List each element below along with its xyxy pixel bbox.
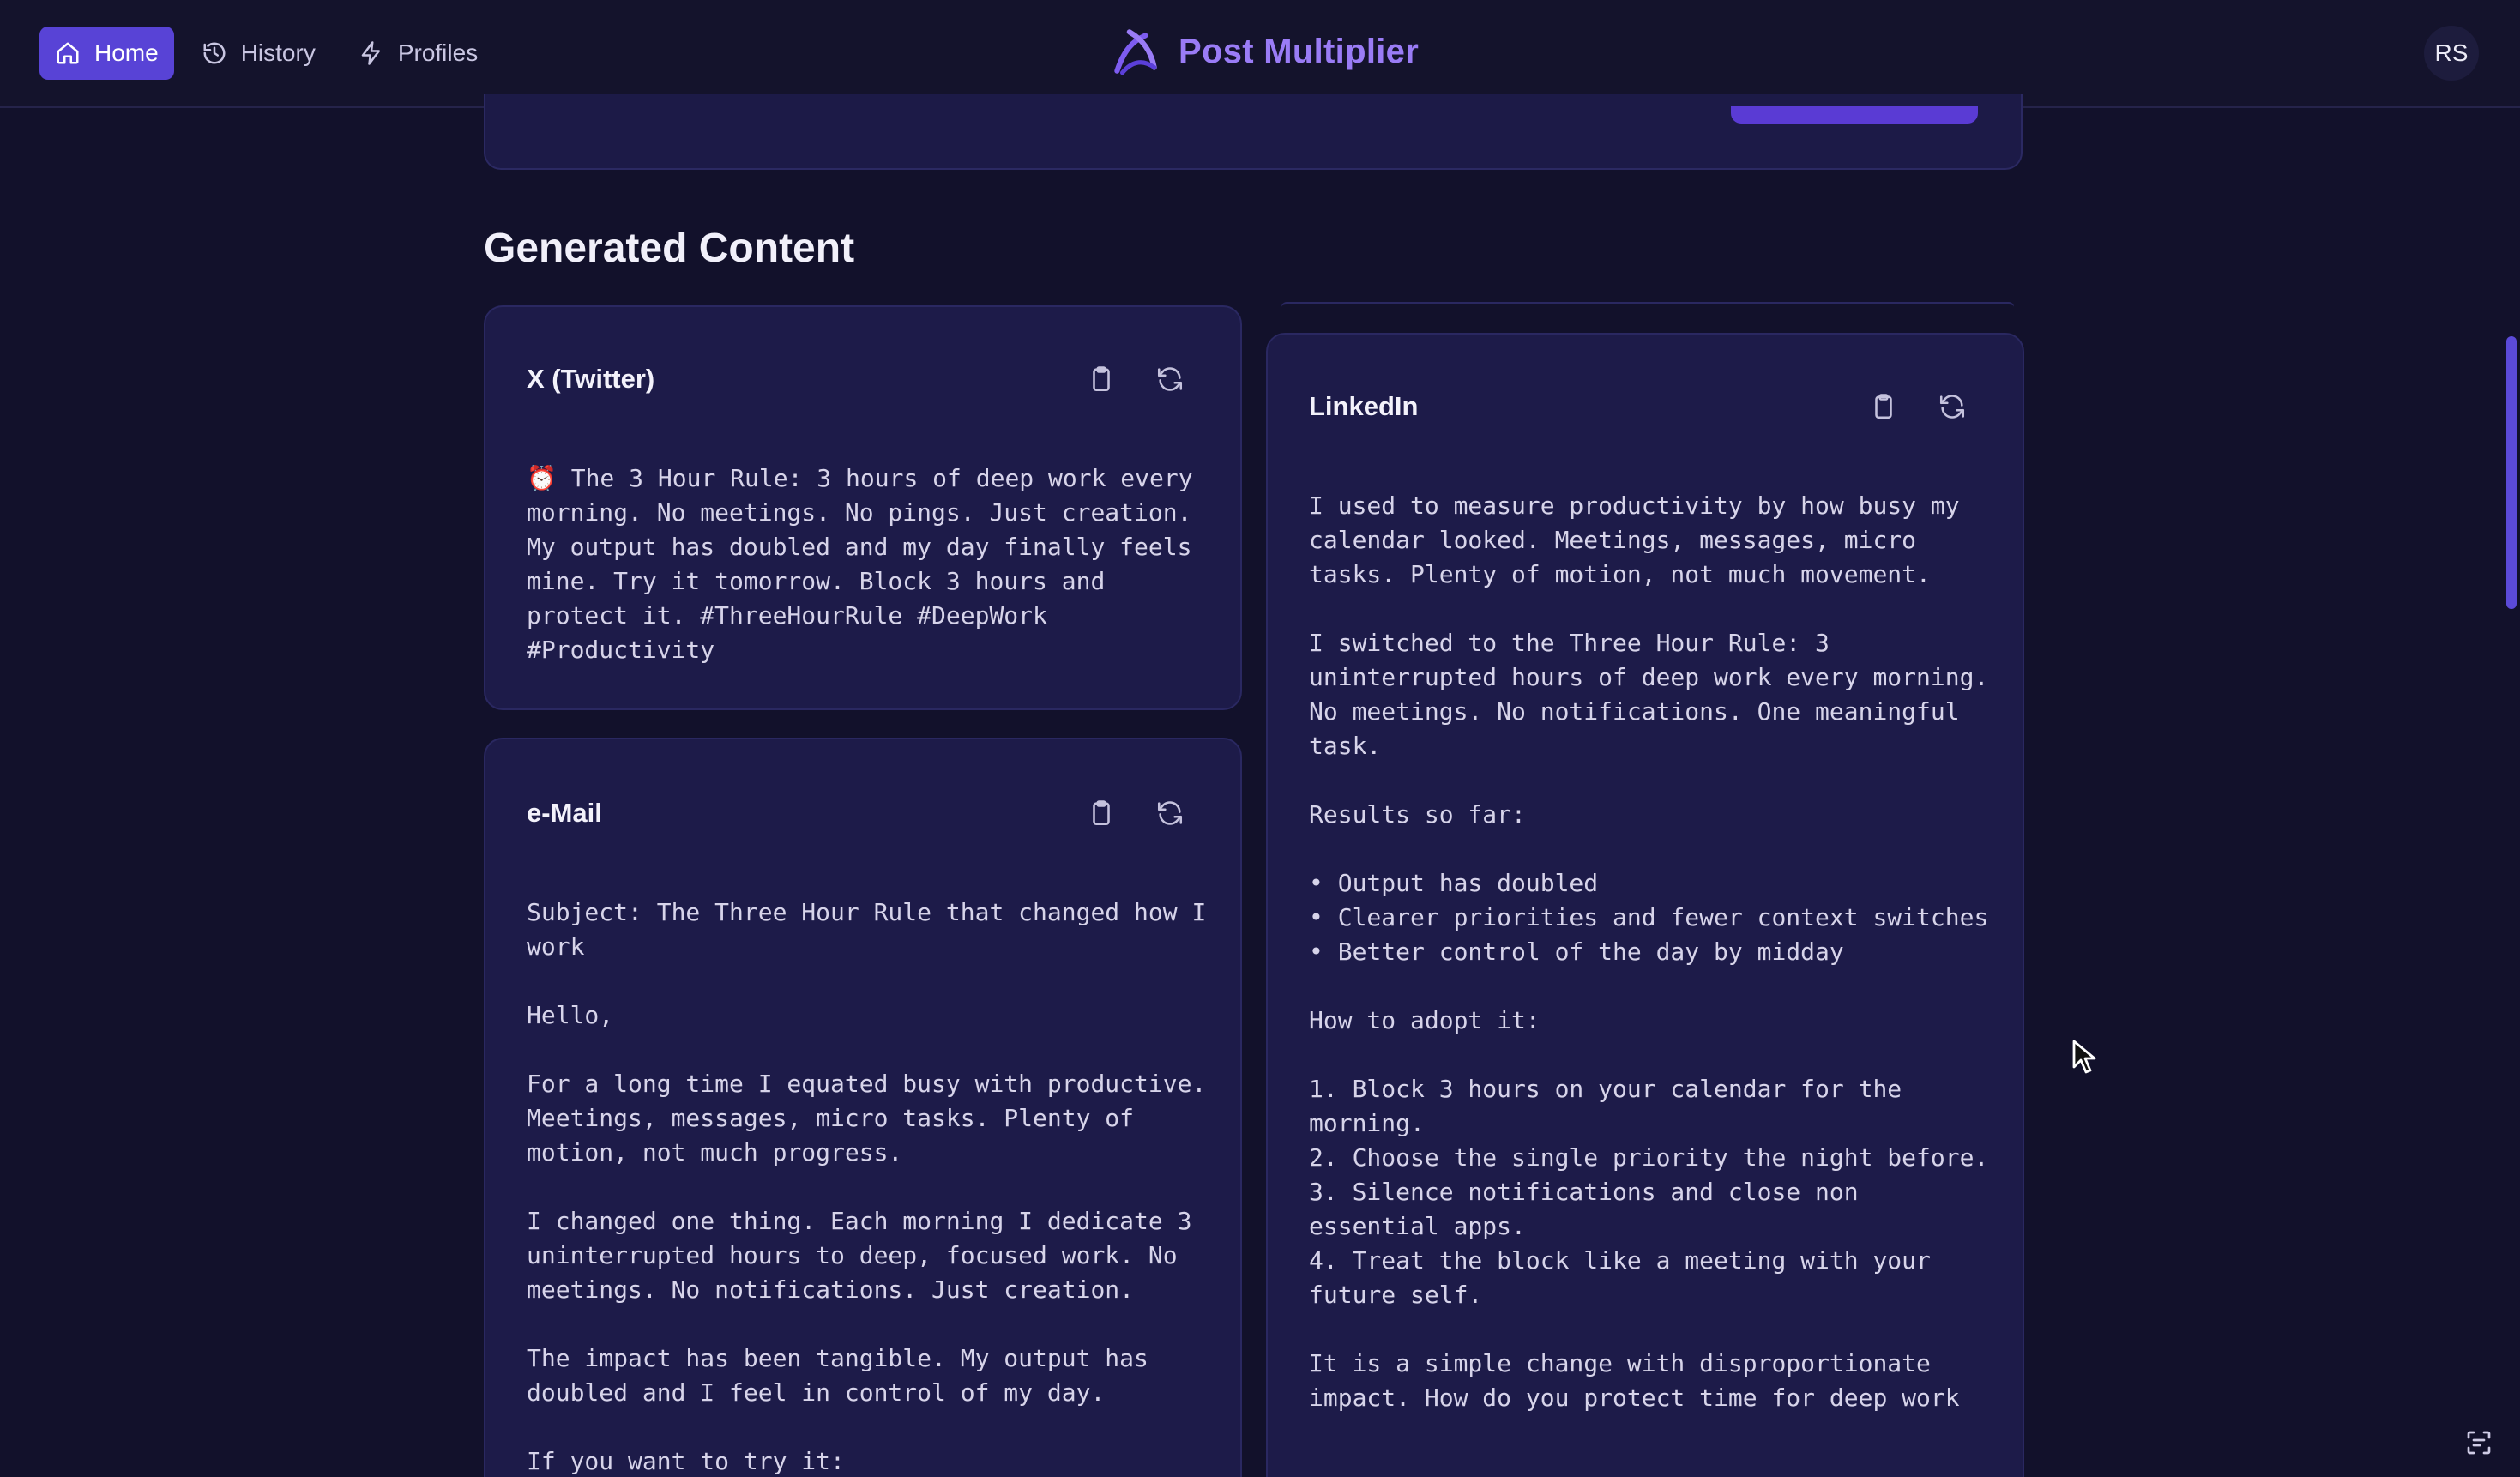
nav-item-label: Home — [94, 39, 159, 66]
user-avatar[interactable]: RS — [2424, 26, 2479, 81]
clipboard-icon — [1093, 366, 1110, 392]
clipboard-icon — [1875, 394, 1892, 419]
post-multiplier-logo — [1114, 29, 1157, 75]
copy-button[interactable] — [1084, 796, 1118, 830]
main-nav: Home History Profiles — [39, 27, 505, 80]
regenerate-button[interactable] — [1153, 362, 1187, 396]
nav-item-label: Profiles — [397, 39, 479, 66]
refresh-icon — [1157, 367, 1183, 391]
card-title: LinkedIn — [1309, 391, 1419, 421]
card-actions — [1084, 796, 1187, 830]
scrollbar-thumb[interactable] — [2506, 336, 2517, 609]
refresh-icon — [1939, 395, 1965, 419]
lightning-icon — [361, 41, 380, 65]
card-actions — [1866, 389, 1969, 424]
card-actions — [1084, 362, 1187, 396]
card-content[interactable]: I used to measure productivity by how bu… — [1309, 489, 1995, 1415]
history-icon — [203, 42, 226, 64]
nav-item-label: History — [240, 39, 316, 66]
linkedin-card: LinkedIn I used to measure productivity … — [1266, 333, 2024, 1477]
top-nav-bar: Home History Profiles Post Multiplier RS — [0, 0, 2520, 108]
regenerate-button[interactable] — [1153, 796, 1187, 830]
section-title: Generated Content — [484, 226, 855, 271]
card-title: X (Twitter) — [527, 364, 655, 394]
email-card: e-Mail Subject: The Three Hour Rule that… — [484, 738, 1242, 1477]
nav-item-home[interactable]: Home — [39, 27, 174, 80]
card-content[interactable]: ⏰ The 3 Hour Rule: 3 hours of deep work … — [527, 461, 1213, 667]
copy-button[interactable] — [1084, 362, 1118, 396]
screen-capture-icon[interactable] — [2463, 1427, 2494, 1458]
nav-item-profiles[interactable]: Profiles — [343, 27, 493, 80]
clipboard-icon — [1093, 800, 1110, 826]
mouse-cursor-icon — [2072, 1040, 2096, 1074]
brand[interactable]: Post Multiplier — [1106, 15, 1419, 87]
copy-button[interactable] — [1866, 389, 1901, 424]
card-content[interactable]: Subject: The Three Hour Rule that change… — [527, 895, 1213, 1477]
regenerate-button[interactable] — [1935, 389, 1969, 424]
generate-button-edge[interactable] — [1731, 106, 1978, 124]
twitter-card: X (Twitter) ⏰ The 3 Hour Rule: 3 hours o… — [484, 305, 1242, 710]
card-stack-edge — [1281, 302, 2014, 307]
card-title: e-Mail — [527, 798, 602, 828]
refresh-icon — [1157, 801, 1183, 825]
home-icon — [57, 42, 79, 64]
brand-name: Post Multiplier — [1179, 32, 1420, 70]
nav-item-history[interactable]: History — [186, 27, 331, 80]
